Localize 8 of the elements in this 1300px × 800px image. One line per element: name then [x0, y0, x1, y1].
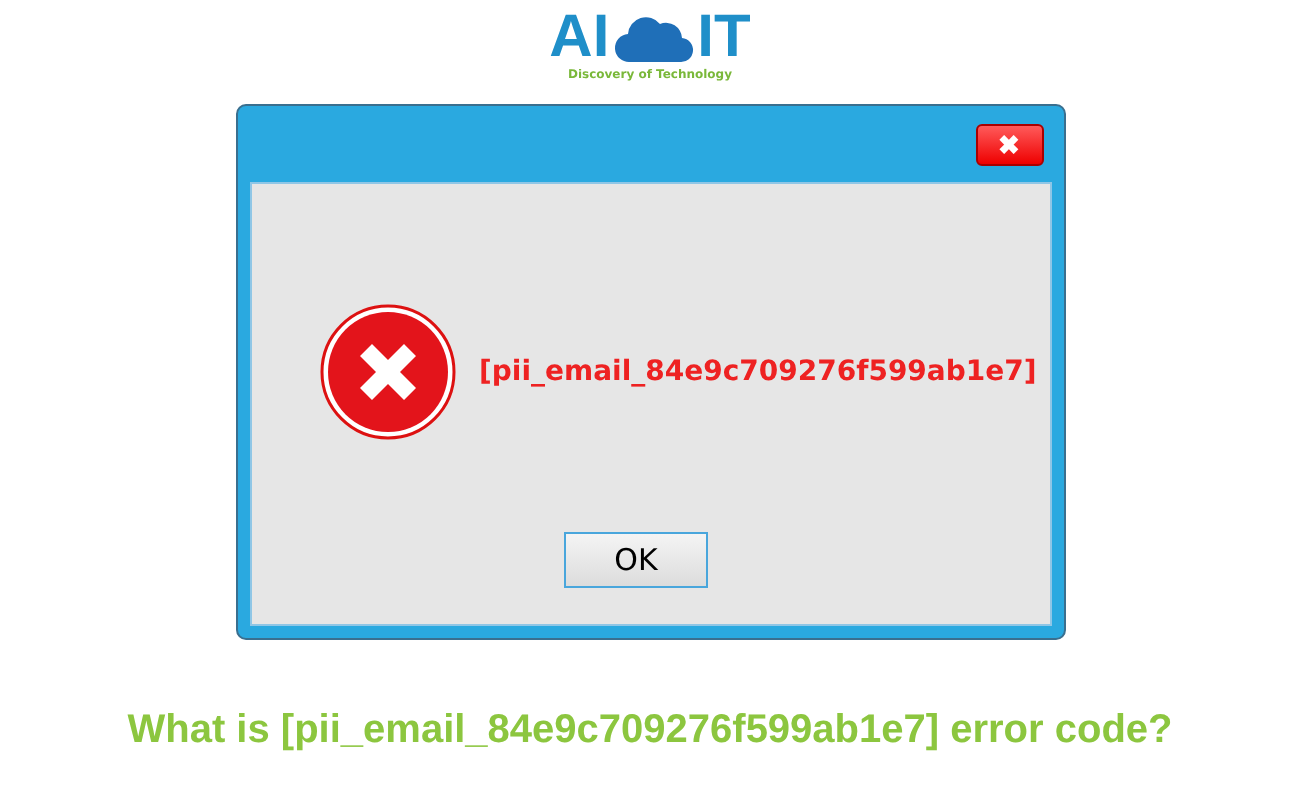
error-message: [pii_email_84e9c709276f599ab1e7] — [479, 356, 1037, 388]
error-icon — [319, 304, 455, 440]
ok-button[interactable]: OK — [564, 532, 708, 588]
cloud-icon — [613, 12, 694, 64]
logo-text: AI — [549, 8, 610, 68]
headline: What is [pii_email_84e9c709276f599ab1e7] error code? — [127, 708, 1173, 754]
logo-text: IT — [697, 8, 751, 68]
close-button[interactable]: ✖ — [975, 123, 1043, 165]
